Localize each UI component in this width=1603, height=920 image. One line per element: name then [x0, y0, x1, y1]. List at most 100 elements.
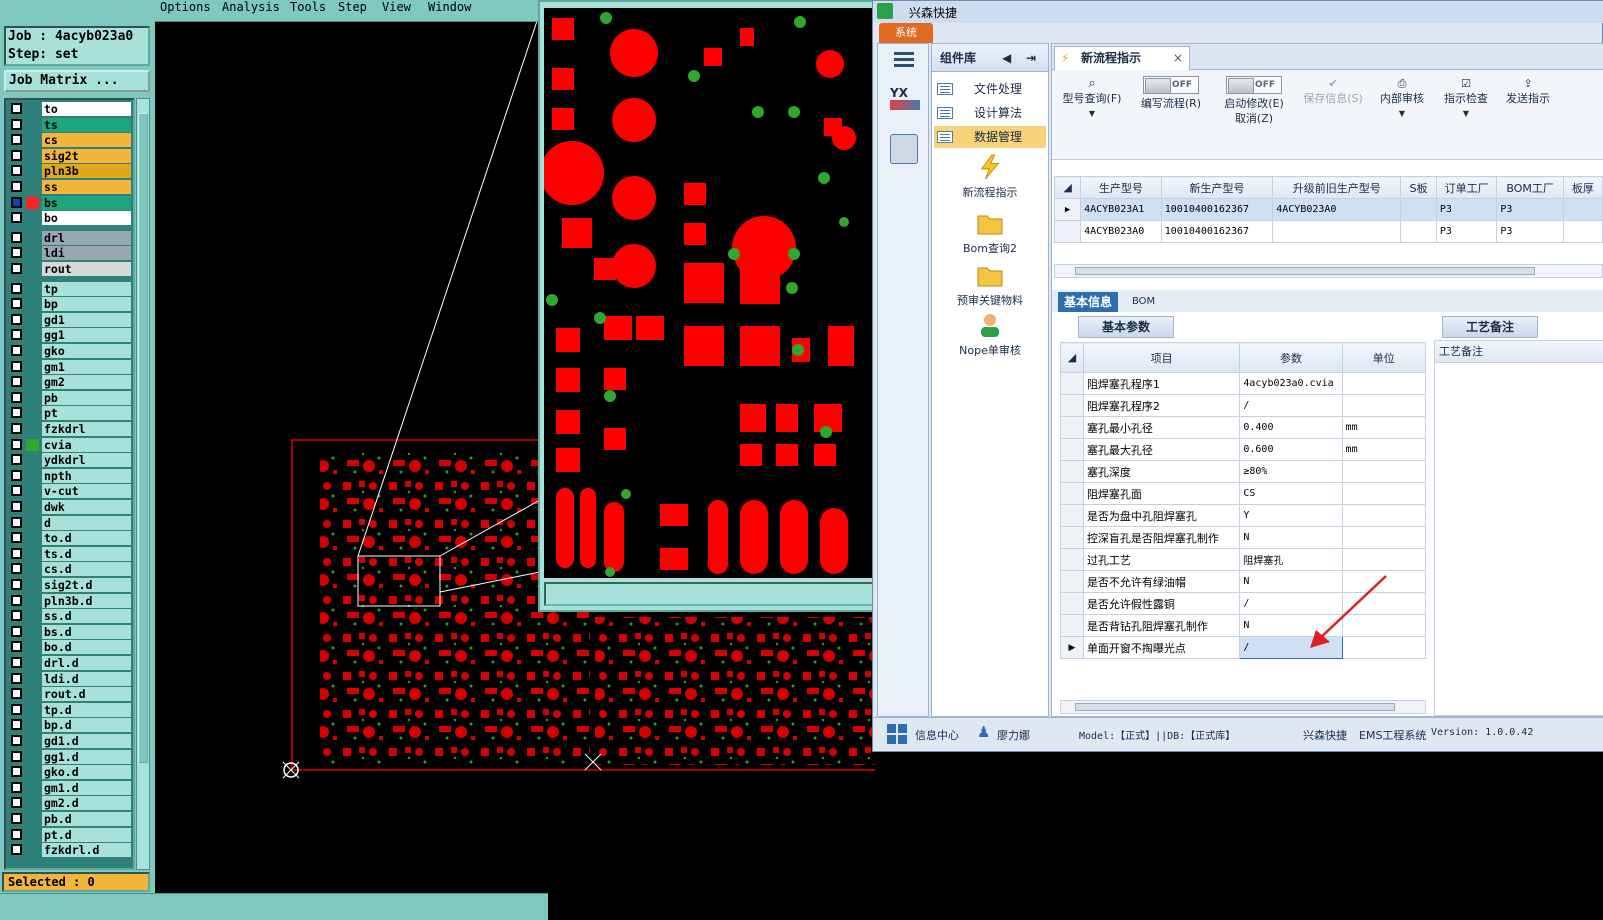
nav-data-management[interactable]: 数据管理: [934, 126, 1046, 148]
layer-checkbox[interactable]: [11, 149, 22, 161]
table-cell[interactable]: [1400, 220, 1437, 243]
layer-row-ss[interactable]: ss: [8, 180, 133, 194]
layer-checkbox[interactable]: [11, 345, 22, 356]
layer-row-bs[interactable]: bs: [8, 195, 133, 210]
table-cell[interactable]: mm: [1341, 416, 1427, 439]
layer-row-sig2t.d[interactable]: sig2t.d: [8, 578, 133, 592]
layer-checkbox[interactable]: [11, 501, 22, 512]
params-grid-hscroll[interactable]: [1060, 700, 1426, 714]
column-header[interactable]: 项目: [1082, 342, 1241, 373]
table-cell[interactable]: 过孔工艺: [1082, 548, 1241, 571]
send-button[interactable]: ⇪ 发送指示: [1500, 76, 1556, 106]
layer-checkbox[interactable]: [11, 196, 22, 208]
model-query-button[interactable]: ⌕ 型号查询(F) ▼: [1058, 76, 1126, 121]
layer-checkbox[interactable]: [11, 118, 22, 130]
table-cell[interactable]: 阻焊塞孔面: [1082, 482, 1241, 505]
table-cell[interactable]: 10010400162367: [1160, 220, 1274, 243]
layer-row-gm2.d[interactable]: gm2.d: [8, 796, 133, 811]
layer-checkbox[interactable]: [11, 516, 22, 528]
table-row[interactable]: 阻焊塞孔程序2/: [1060, 394, 1427, 417]
table-cell[interactable]: P3: [1435, 220, 1498, 243]
layer-row-to.d[interactable]: to.d: [8, 531, 133, 546]
table-cell[interactable]: mm: [1341, 438, 1427, 461]
layer-row-tp[interactable]: tp: [8, 281, 133, 296]
layer-row-ts[interactable]: ts: [8, 117, 133, 132]
layer-checkbox[interactable]: [11, 797, 22, 809]
layer-checkbox[interactable]: [11, 532, 22, 544]
layer-row-fzkdrl.d[interactable]: fzkdrl.d: [8, 843, 133, 858]
table-row[interactable]: 阻焊塞孔程序1 4acyb023a0.cvia: [1060, 372, 1427, 395]
layer-checkbox[interactable]: [11, 735, 22, 746]
table-cell[interactable]: 阻焊塞孔程序2: [1082, 394, 1241, 417]
table-cell[interactable]: [1341, 460, 1427, 483]
layer-scrollbar[interactable]: [136, 98, 150, 870]
layer-checkbox[interactable]: [11, 828, 22, 840]
table-cell[interactable]: 塞孔最小孔径: [1082, 416, 1241, 439]
layer-row-gko[interactable]: gko: [8, 344, 133, 358]
menu-step[interactable]: Step: [338, 0, 367, 20]
layer-row-pt[interactable]: pt: [8, 406, 133, 421]
yx-module-icon[interactable]: YX: [890, 86, 920, 116]
layer-checkbox[interactable]: [11, 298, 22, 310]
layer-row-npth[interactable]: npth: [8, 468, 133, 483]
layer-checkbox[interactable]: [11, 672, 22, 684]
table-cell[interactable]: [1562, 198, 1603, 221]
table-cell[interactable]: 4ACYB023A1: [1080, 198, 1162, 221]
table-row[interactable]: 过孔工艺 阻焊塞孔: [1060, 548, 1427, 571]
start-modify-toggle[interactable]: OFF 启动修改(E) 取消(Z): [1216, 76, 1292, 126]
table-cell[interactable]: 塞孔深度: [1082, 460, 1241, 483]
layer-checkbox[interactable]: [11, 134, 22, 146]
table-cell[interactable]: 是否允许假性露铜: [1082, 592, 1241, 615]
layer-row-pln3b[interactable]: pln3b: [8, 164, 133, 179]
table-cell[interactable]: 塞孔最大孔径: [1082, 438, 1241, 461]
nav-file-processing[interactable]: 文件处理: [934, 78, 1046, 100]
scroll-thumb[interactable]: [1075, 267, 1535, 275]
layer-row-pb.d[interactable]: pb.d: [8, 812, 133, 826]
layer-checkbox[interactable]: [11, 212, 22, 224]
table-row[interactable]: 控深盲孔是否阻焊塞孔制作 N: [1060, 526, 1427, 549]
table-cell[interactable]: [1341, 548, 1427, 571]
table-cell[interactable]: 控深盲孔是否阻焊塞孔制作: [1082, 526, 1241, 549]
layer-row-bs.d[interactable]: bs.d: [8, 624, 133, 639]
tool-nope-audit[interactable]: Nope单审核: [932, 312, 1048, 358]
table-cell[interactable]: [1341, 526, 1427, 549]
layer-checkbox[interactable]: [11, 376, 22, 388]
tab-new-flow[interactable]: ⚡ 新流程指示 ×: [1054, 46, 1190, 70]
layer-row-sig2t[interactable]: sig2t: [8, 148, 133, 163]
layer-checkbox[interactable]: [11, 625, 22, 637]
layer-row-gm1[interactable]: gm1: [8, 359, 133, 374]
layer-row-ydkdrl[interactable]: ydkdrl: [8, 453, 133, 468]
internal-audit-button[interactable]: ⎙ 内部审核 ▼: [1374, 76, 1430, 121]
layer-checkbox[interactable]: [11, 407, 22, 419]
layer-row-cs[interactable]: cs: [8, 133, 133, 148]
table-cell[interactable]: [1562, 220, 1603, 243]
layer-row-tp.d[interactable]: tp.d: [8, 702, 133, 717]
layer-checkbox[interactable]: [11, 594, 22, 606]
tool-bom-query[interactable]: Bom查询2: [932, 210, 1048, 256]
column-header[interactable]: 升级前旧生产型号: [1272, 176, 1402, 199]
layer-row-dwk[interactable]: dwk: [8, 500, 133, 514]
layer-checkbox[interactable]: [11, 813, 22, 824]
table-row[interactable]: 塞孔深度 ≥80%: [1060, 460, 1427, 483]
layer-row-rout.d[interactable]: rout.d: [8, 687, 133, 702]
remarks-header[interactable]: 工艺备注: [1442, 316, 1538, 338]
layer-row-bo.d[interactable]: bo.d: [8, 640, 133, 655]
layer-checkbox[interactable]: [11, 657, 22, 668]
layer-row-v-cut[interactable]: v-cut: [8, 484, 133, 499]
layer-checkbox[interactable]: [11, 719, 22, 731]
layer-checkbox[interactable]: [11, 423, 22, 434]
column-header[interactable]: 新生产型号: [1160, 176, 1274, 199]
layer-row-ldi.d[interactable]: ldi.d: [8, 671, 133, 686]
check-button[interactable]: ☑ 指示检查 ▼: [1438, 76, 1494, 121]
zoom-canvas[interactable]: [544, 8, 874, 578]
job-matrix-button[interactable]: Job Matrix ...: [4, 70, 150, 92]
layer-row-gg1[interactable]: gg1: [8, 328, 133, 343]
tool-new-flow[interactable]: 新流程指示: [932, 154, 1048, 200]
layer-checkbox[interactable]: [11, 181, 22, 192]
column-header[interactable]: 订单工厂: [1435, 176, 1498, 199]
grid-icon[interactable]: [887, 724, 907, 744]
layer-checkbox[interactable]: [11, 391, 22, 403]
table-cell[interactable]: [1341, 394, 1427, 417]
table-row[interactable]: 是否为盘中孔阻焊塞孔 Y: [1060, 504, 1427, 527]
layer-checkbox[interactable]: [11, 750, 22, 762]
